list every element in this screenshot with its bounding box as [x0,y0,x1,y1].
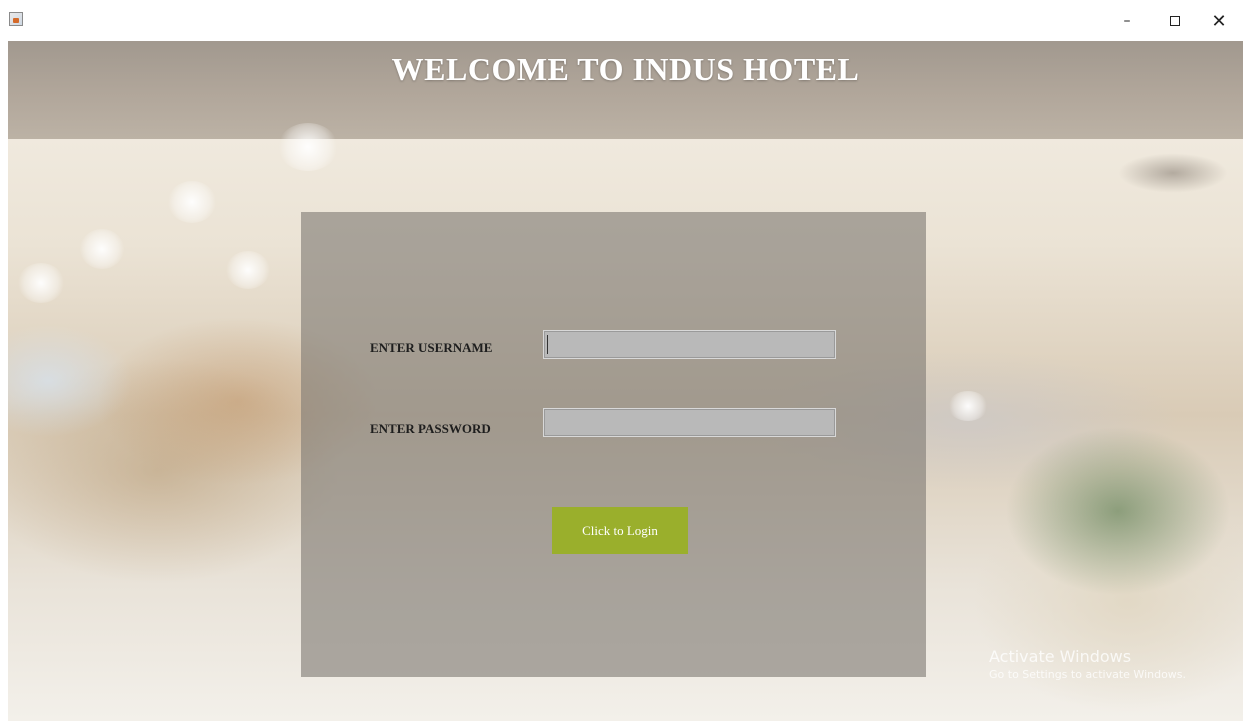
light-bokeh [80,229,124,269]
activate-title: Activate Windows [989,647,1132,666]
activate-windows-watermark: Activate Windows Go to Settings to activ… [989,647,1186,683]
minimize-button[interactable]: – [1112,8,1142,34]
close-icon: ✕ [1211,10,1227,32]
light-bokeh [278,123,338,171]
ceiling-fixture [1118,153,1228,193]
text-cursor [547,335,548,354]
maximize-icon [1170,16,1180,26]
content-area: WELCOME TO INDUS HOTEL ENTER USERNAME EN… [8,41,1243,721]
login-panel: ENTER USERNAME ENTER PASSWORD Click to L… [301,212,926,677]
activate-subtitle: Go to Settings to activate Windows. [989,668,1187,681]
app-window: – ✕ WELCOME TO INDUS HOTEL ENTER USERNAM… [0,0,1243,721]
title-bar[interactable]: – ✕ [0,0,1243,41]
maximize-button[interactable] [1160,8,1190,34]
close-button[interactable]: ✕ [1204,8,1234,34]
light-bokeh [168,181,216,223]
minimize-icon: – [1123,13,1131,29]
page-title: WELCOME TO INDUS HOTEL [391,51,860,87]
username-label: ENTER USERNAME [370,340,493,355]
username-input[interactable] [543,330,836,359]
light-bokeh [18,263,64,303]
password-label: ENTER PASSWORD [370,421,491,436]
java-app-icon[interactable] [9,12,23,26]
password-input[interactable] [543,408,836,437]
light-bokeh [948,391,988,421]
light-bokeh [226,251,270,289]
login-button[interactable]: Click to Login [552,507,688,554]
